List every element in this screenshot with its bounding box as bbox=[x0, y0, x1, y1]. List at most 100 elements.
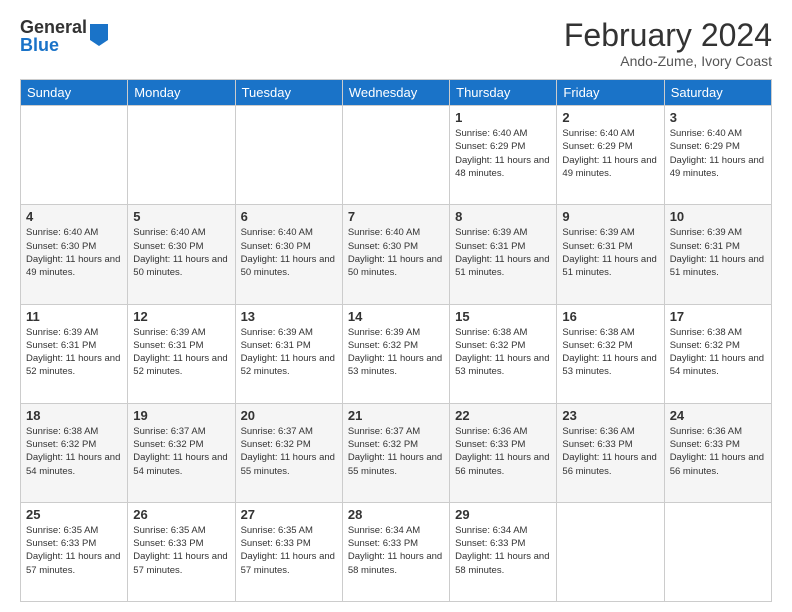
day-number: 16 bbox=[562, 309, 658, 324]
day-info: Sunrise: 6:38 AMSunset: 6:32 PMDaylight:… bbox=[26, 426, 120, 477]
day-number: 18 bbox=[26, 408, 122, 423]
calendar-cell: 26Sunrise: 6:35 AMSunset: 6:33 PMDayligh… bbox=[128, 502, 235, 601]
header-tuesday: Tuesday bbox=[235, 80, 342, 106]
calendar-cell: 2 Sunrise: 6:40 AMSunset: 6:29 PMDaylight… bbox=[557, 106, 664, 205]
month-year: February 2024 bbox=[564, 18, 772, 53]
day-info: Sunrise: 6:40 AMSunset: 6:30 PMDaylight:… bbox=[133, 227, 227, 278]
calendar-cell: 10Sunrise: 6:39 AMSunset: 6:31 PMDayligh… bbox=[664, 205, 771, 304]
calendar-cell: 24 Sunrise: 6:36 AMSunset: 6:33 PMDayligh… bbox=[664, 403, 771, 502]
day-info: Sunrise: 6:40 AMSunset: 6:29 PMDaylight:… bbox=[670, 128, 764, 179]
day-number: 21 bbox=[348, 408, 444, 423]
logo-text: General Blue bbox=[20, 18, 87, 54]
calendar-cell: 22 Sunrise: 6:36 AMSunset: 6:33 PMDayligh… bbox=[450, 403, 557, 502]
calendar-cell: 18 Sunrise: 6:38 AMSunset: 6:32 PMDayligh… bbox=[21, 403, 128, 502]
day-info: Sunrise: 6:40 AMSunset: 6:30 PMDaylight:… bbox=[241, 227, 335, 278]
logo-general: General bbox=[20, 18, 87, 36]
day-number: 25 bbox=[26, 507, 122, 522]
day-info: Sunrise: 6:36 AMSunset: 6:33 PMDaylight:… bbox=[455, 426, 549, 477]
day-number: 27 bbox=[241, 507, 337, 522]
calendar-cell: 11Sunrise: 6:39 AMSunset: 6:31 PMDayligh… bbox=[21, 304, 128, 403]
calendar-cell: 19 Sunrise: 6:37 AMSunset: 6:32 PMDayligh… bbox=[128, 403, 235, 502]
day-info: Sunrise: 6:39 AMSunset: 6:31 PMDaylight:… bbox=[241, 327, 335, 378]
day-number: 12 bbox=[133, 309, 229, 324]
day-number: 6 bbox=[241, 209, 337, 224]
day-number: 1 bbox=[455, 110, 551, 125]
day-number: 10 bbox=[670, 209, 766, 224]
day-info: Sunrise: 6:35 AMSunset: 6:33 PMDaylight:… bbox=[26, 525, 120, 576]
logo-blue: Blue bbox=[20, 36, 87, 54]
day-number: 26 bbox=[133, 507, 229, 522]
header-monday: Monday bbox=[128, 80, 235, 106]
day-info: Sunrise: 6:38 AMSunset: 6:32 PMDaylight:… bbox=[670, 327, 764, 378]
day-info: Sunrise: 6:39 AMSunset: 6:31 PMDaylight:… bbox=[133, 327, 227, 378]
calendar-cell: 28Sunrise: 6:34 AMSunset: 6:33 PMDayligh… bbox=[342, 502, 449, 601]
calendar-cell: 12 Sunrise: 6:39 AMSunset: 6:31 PMDayligh… bbox=[128, 304, 235, 403]
day-info: Sunrise: 6:37 AMSunset: 6:32 PMDaylight:… bbox=[241, 426, 335, 477]
day-info: Sunrise: 6:39 AMSunset: 6:31 PMDaylight:… bbox=[455, 227, 549, 278]
calendar-week-0: 1 Sunrise: 6:40 AMSunset: 6:29 PMDaylight… bbox=[21, 106, 772, 205]
calendar-week-3: 18 Sunrise: 6:38 AMSunset: 6:32 PMDayligh… bbox=[21, 403, 772, 502]
logo: General Blue bbox=[20, 18, 108, 54]
calendar-cell: 9 Sunrise: 6:39 AMSunset: 6:31 PMDaylight… bbox=[557, 205, 664, 304]
calendar-cell: 29 Sunrise: 6:34 AMSunset: 6:33 PMDayligh… bbox=[450, 502, 557, 601]
header-wednesday: Wednesday bbox=[342, 80, 449, 106]
day-info: Sunrise: 6:36 AMSunset: 6:33 PMDaylight:… bbox=[562, 426, 656, 477]
day-number: 5 bbox=[133, 209, 229, 224]
day-number: 14 bbox=[348, 309, 444, 324]
calendar-cell: 8 Sunrise: 6:39 AMSunset: 6:31 PMDaylight… bbox=[450, 205, 557, 304]
day-number: 13 bbox=[241, 309, 337, 324]
day-number: 29 bbox=[455, 507, 551, 522]
day-number: 20 bbox=[241, 408, 337, 423]
day-number: 19 bbox=[133, 408, 229, 423]
header-thursday: Thursday bbox=[450, 80, 557, 106]
calendar-cell bbox=[664, 502, 771, 601]
calendar-cell: 16 Sunrise: 6:38 AMSunset: 6:32 PMDayligh… bbox=[557, 304, 664, 403]
day-number: 28 bbox=[348, 507, 444, 522]
day-info: Sunrise: 6:40 AMSunset: 6:29 PMDaylight:… bbox=[455, 128, 549, 179]
calendar-cell: 27 Sunrise: 6:35 AMSunset: 6:33 PMDayligh… bbox=[235, 502, 342, 601]
day-number: 15 bbox=[455, 309, 551, 324]
calendar-cell: 3 Sunrise: 6:40 AMSunset: 6:29 PMDaylight… bbox=[664, 106, 771, 205]
day-number: 7 bbox=[348, 209, 444, 224]
day-info: Sunrise: 6:39 AMSunset: 6:32 PMDaylight:… bbox=[348, 327, 442, 378]
day-number: 17 bbox=[670, 309, 766, 324]
weekday-header-row: Sunday Monday Tuesday Wednesday Thursday… bbox=[21, 80, 772, 106]
calendar-cell: 1 Sunrise: 6:40 AMSunset: 6:29 PMDaylight… bbox=[450, 106, 557, 205]
day-info: Sunrise: 6:37 AMSunset: 6:32 PMDaylight:… bbox=[133, 426, 227, 477]
day-info: Sunrise: 6:40 AMSunset: 6:30 PMDaylight:… bbox=[26, 227, 120, 278]
calendar-cell: 21Sunrise: 6:37 AMSunset: 6:32 PMDayligh… bbox=[342, 403, 449, 502]
calendar-cell: 14 Sunrise: 6:39 AMSunset: 6:32 PMDayligh… bbox=[342, 304, 449, 403]
day-number: 8 bbox=[455, 209, 551, 224]
day-info: Sunrise: 6:36 AMSunset: 6:33 PMDaylight:… bbox=[670, 426, 764, 477]
day-info: Sunrise: 6:40 AMSunset: 6:30 PMDaylight:… bbox=[348, 227, 442, 278]
calendar-week-4: 25 Sunrise: 6:35 AMSunset: 6:33 PMDayligh… bbox=[21, 502, 772, 601]
calendar-week-1: 4Sunrise: 6:40 AMSunset: 6:30 PMDaylight… bbox=[21, 205, 772, 304]
day-number: 24 bbox=[670, 408, 766, 423]
day-info: Sunrise: 6:40 AMSunset: 6:29 PMDaylight:… bbox=[562, 128, 656, 179]
day-number: 2 bbox=[562, 110, 658, 125]
calendar-cell bbox=[557, 502, 664, 601]
day-info: Sunrise: 6:34 AMSunset: 6:33 PMDaylight:… bbox=[455, 525, 549, 576]
calendar-cell: 17 Sunrise: 6:38 AMSunset: 6:32 PMDayligh… bbox=[664, 304, 771, 403]
day-number: 22 bbox=[455, 408, 551, 423]
day-number: 3 bbox=[670, 110, 766, 125]
header-friday: Friday bbox=[557, 80, 664, 106]
day-number: 11 bbox=[26, 309, 122, 324]
day-info: Sunrise: 6:38 AMSunset: 6:32 PMDaylight:… bbox=[455, 327, 549, 378]
calendar: Sunday Monday Tuesday Wednesday Thursday… bbox=[20, 79, 772, 602]
calendar-cell: 15 Sunrise: 6:38 AMSunset: 6:32 PMDayligh… bbox=[450, 304, 557, 403]
day-info: Sunrise: 6:39 AMSunset: 6:31 PMDaylight:… bbox=[562, 227, 656, 278]
calendar-cell: 7 Sunrise: 6:40 AMSunset: 6:30 PMDaylight… bbox=[342, 205, 449, 304]
calendar-cell: 5 Sunrise: 6:40 AMSunset: 6:30 PMDaylight… bbox=[128, 205, 235, 304]
header-saturday: Saturday bbox=[664, 80, 771, 106]
day-info: Sunrise: 6:38 AMSunset: 6:32 PMDaylight:… bbox=[562, 327, 656, 378]
calendar-cell bbox=[128, 106, 235, 205]
logo-icon bbox=[90, 24, 108, 46]
day-number: 9 bbox=[562, 209, 658, 224]
calendar-week-2: 11 Sunrise: 6:39 AMSunset: 6:31 PMDayligh… bbox=[21, 304, 772, 403]
calendar-cell bbox=[342, 106, 449, 205]
location: Ando-Zume, Ivory Coast bbox=[564, 53, 772, 69]
day-info: Sunrise: 6:35 AMSunset: 6:33 PMDaylight:… bbox=[241, 525, 335, 576]
calendar-cell: 6 Sunrise: 6:40 AMSunset: 6:30 PMDaylight… bbox=[235, 205, 342, 304]
calendar-cell: 13 Sunrise: 6:39 AMSunset: 6:31 PMDayligh… bbox=[235, 304, 342, 403]
